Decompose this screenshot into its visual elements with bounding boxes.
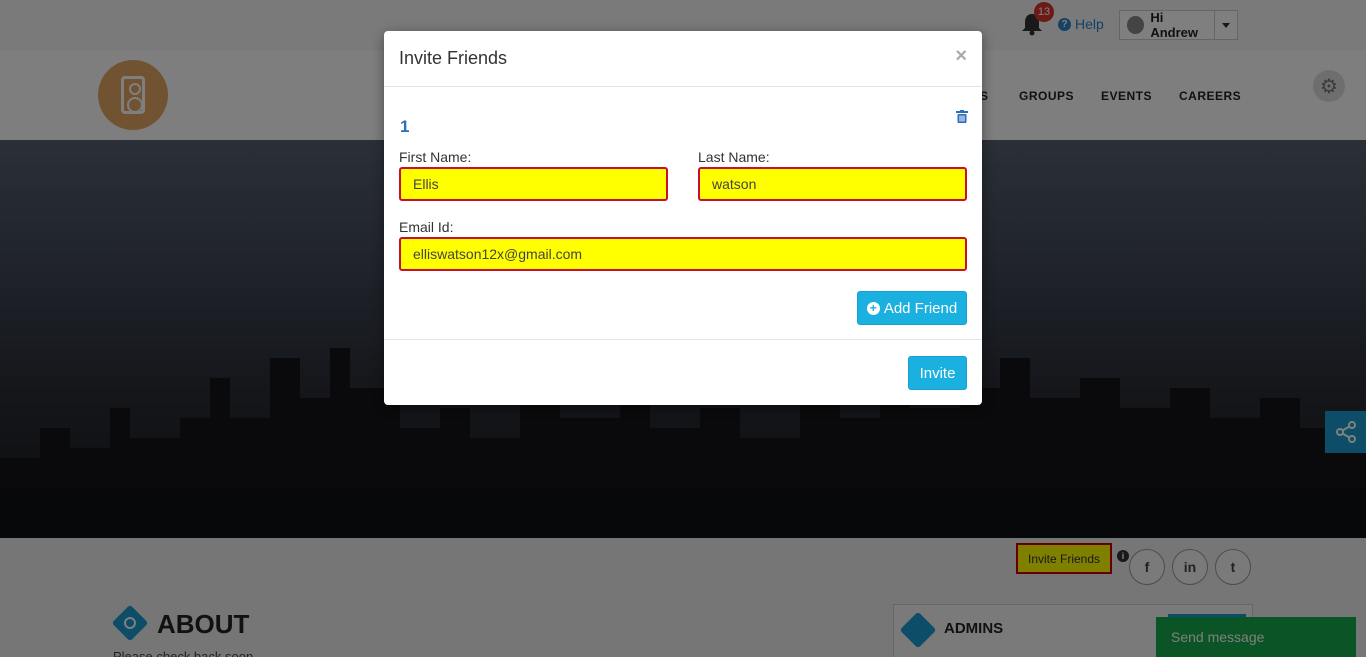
invite-button[interactable]: Invite	[908, 356, 967, 390]
modal-title: Invite Friends	[399, 48, 508, 68]
invite-friends-modal: Invite Friends × 1 First Name: Last Name…	[384, 31, 982, 405]
friend-entry-number: 1	[400, 117, 410, 136]
add-friend-button[interactable]: + Add Friend	[857, 291, 967, 325]
email-label: Email Id:	[399, 219, 454, 235]
modal-header: Invite Friends ×	[384, 31, 982, 87]
first-name-label: First Name:	[399, 149, 472, 165]
email-field[interactable]	[399, 237, 967, 271]
modal-body: 1 First Name: Last Name: Email Id: + Add…	[384, 87, 982, 340]
last-name-field[interactable]	[698, 167, 967, 201]
last-name-label: Last Name:	[698, 149, 770, 165]
first-name-field[interactable]	[399, 167, 668, 201]
plus-circle-icon: +	[866, 301, 880, 315]
add-friend-label: Add Friend	[883, 299, 958, 317]
close-icon[interactable]: ×	[955, 45, 967, 68]
trash-icon[interactable]	[956, 110, 968, 123]
